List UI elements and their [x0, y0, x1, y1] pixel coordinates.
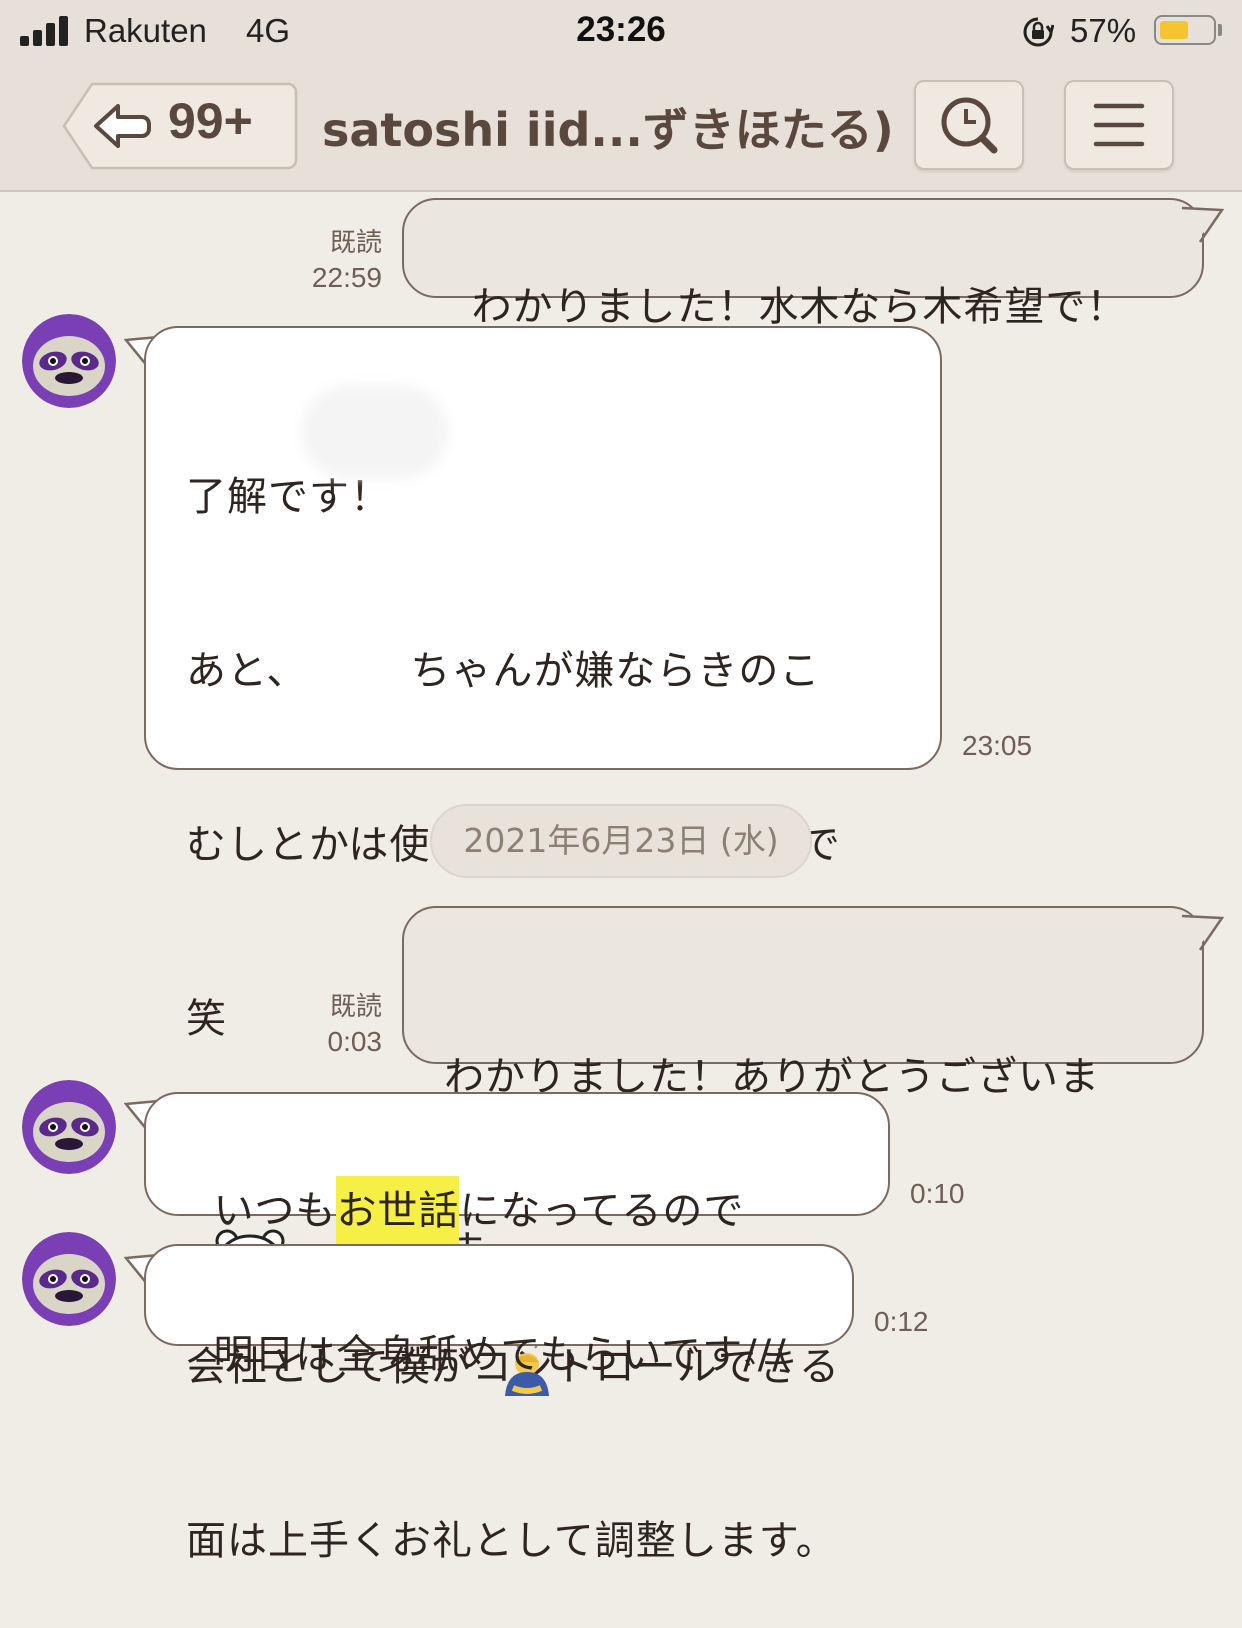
unread-count: 99+	[168, 93, 253, 149]
bubble-tail	[1180, 206, 1224, 244]
message-meta: 既読 0:03	[280, 988, 383, 1060]
chat-header: 99+ satoshi iid...ずきほたる)	[0, 64, 1242, 192]
outgoing-message-bubble[interactable]: わかりました！ありがとうございま す	[402, 906, 1204, 1396]
menu-button[interactable]	[1064, 80, 1174, 170]
back-arrow-icon	[94, 104, 151, 148]
sender-avatar[interactable]	[22, 314, 116, 408]
message-text: になってるので	[459, 1188, 745, 1234]
outgoing-message-bubble[interactable]: わかりました！水木なら木希望で！	[402, 198, 1204, 330]
message-text: 明日は全身舐めてもらいです///	[213, 1332, 787, 1378]
incoming-message-bubble[interactable]: 了解です！ あと、 ちゃんが嫌ならきのこ むしとかは使わない方向にするので 笑 …	[144, 326, 942, 1564]
bubble-tail	[1180, 914, 1224, 952]
incoming-message-bubble[interactable]: いつもお世話になってるので	[144, 1092, 890, 1296]
rotation-lock-icon	[1023, 17, 1054, 47]
search-button[interactable]	[914, 80, 1024, 170]
hamburger-menu-icon	[1093, 103, 1145, 147]
message-text: わかりました！水木なら木希望で！	[471, 284, 1128, 330]
sender-avatar[interactable]	[22, 1232, 116, 1326]
message-line: 了解です！	[186, 474, 391, 520]
message-meta: 既読 22:59	[280, 224, 382, 296]
battery-icon	[1154, 15, 1216, 45]
magnifier-icon	[941, 97, 998, 154]
highlighted-text: お世話	[336, 1176, 460, 1248]
message-time: 0:10	[910, 1178, 965, 1209]
redaction-blur	[302, 386, 448, 478]
battery-percent: 57%	[1070, 12, 1137, 49]
message-time: 0:03	[327, 1026, 383, 1057]
clock: 23:26	[576, 10, 666, 49]
incoming-message-bubble[interactable]: 明日は全身舐めてもらいです///	[144, 1244, 854, 1378]
read-receipt: 既読	[329, 991, 382, 1021]
sloth-avatar-icon	[22, 1080, 116, 1174]
sender-avatar[interactable]	[22, 1080, 116, 1174]
battery-level-fill	[1160, 21, 1188, 39]
back-button[interactable]: 99+	[62, 82, 298, 170]
sloth-avatar-icon	[22, 314, 116, 408]
sloth-avatar-icon	[22, 1232, 116, 1326]
date-separator: 2021年6月23日 (水)	[430, 804, 812, 878]
message-time: 0:12	[874, 1306, 929, 1337]
battery-tip	[1218, 24, 1222, 36]
status-bar: Rakuten 4G 23:26 57%	[0, 0, 1242, 64]
message-line: あと、 ちゃんが嫌ならきのこ	[186, 648, 821, 694]
chat-title: satoshi iid...ずきほたる)	[322, 103, 894, 157]
message-time: 22:59	[311, 262, 382, 293]
read-receipt: 既読	[329, 227, 382, 257]
message-line: 面は上手くお礼として調整します。	[186, 1518, 837, 1564]
message-time: 23:05	[962, 730, 1033, 761]
